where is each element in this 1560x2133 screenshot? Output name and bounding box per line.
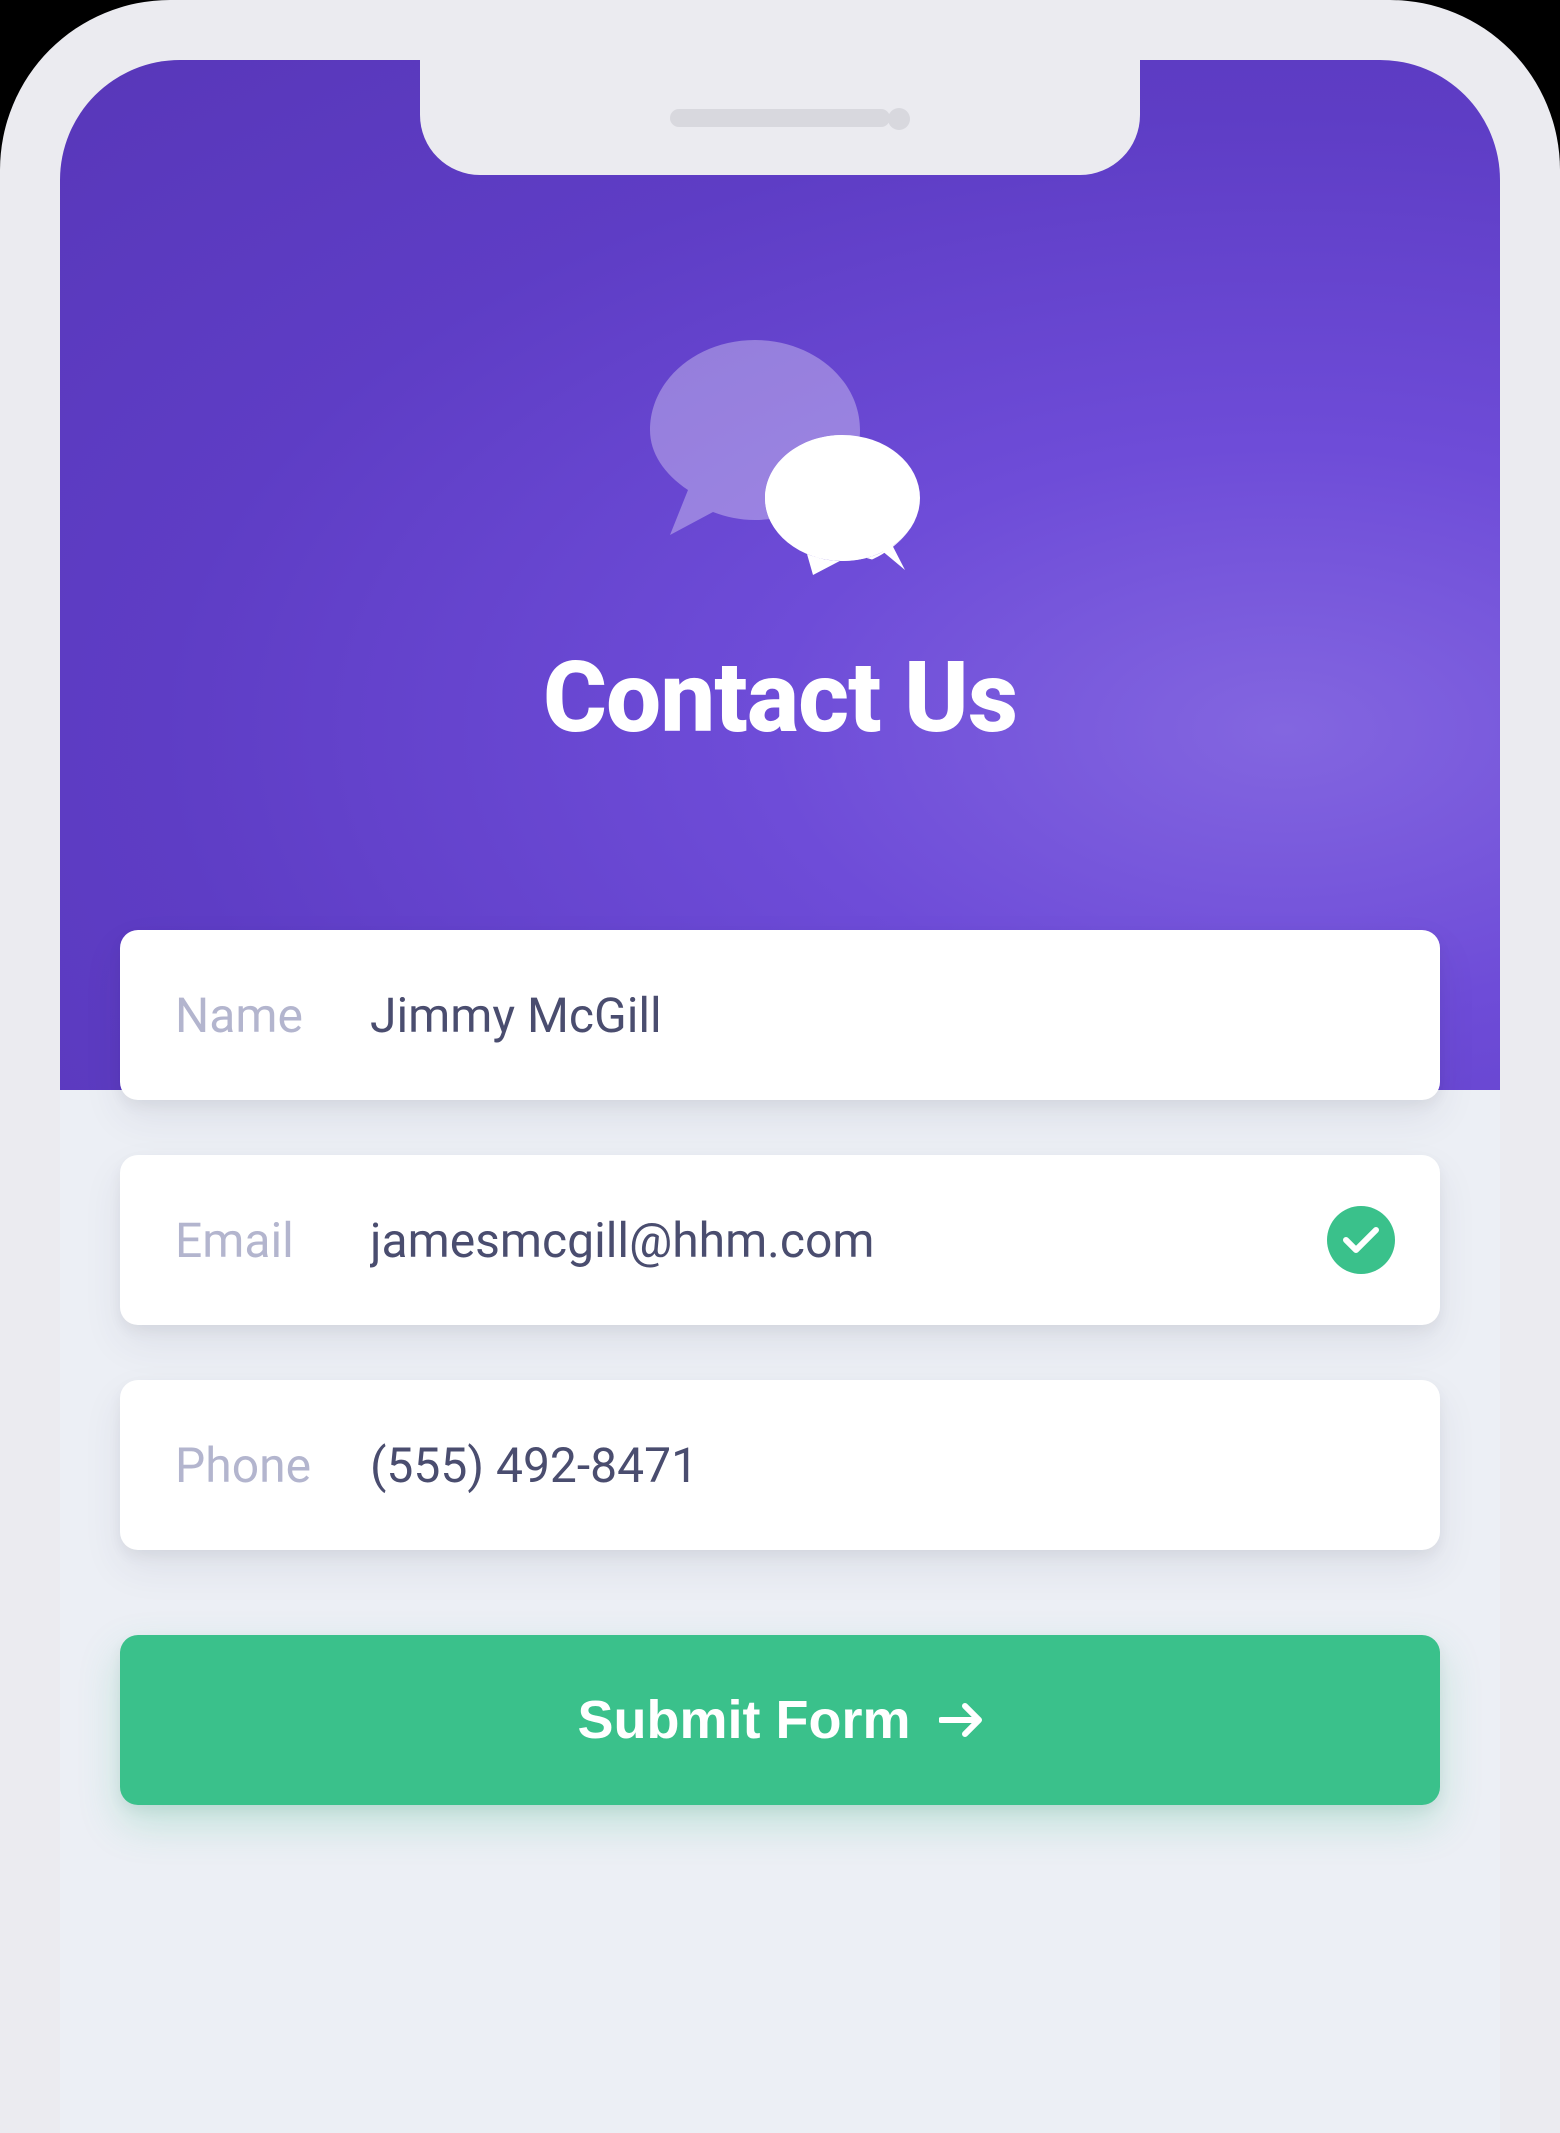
notch-speaker [670,109,890,127]
phone-input[interactable] [370,1437,1385,1494]
submit-button-label: Submit Form [578,1689,911,1751]
email-label: Email [175,1212,370,1269]
phone-field-row: Phone [120,1380,1440,1550]
contact-form: Name Email Phone Submit Form [120,930,1440,1805]
phone-notch [420,60,1140,175]
chat-bubbles-icon [640,340,920,580]
phone-frame: Contact Us Name Email Phone [0,0,1560,2133]
name-field-row: Name [120,930,1440,1100]
name-input[interactable] [370,987,1385,1044]
submit-button[interactable]: Submit Form [120,1635,1440,1805]
notch-camera-dot [888,108,910,130]
phone-label: Phone [175,1437,370,1494]
email-input[interactable] [370,1212,1385,1269]
name-label: Name [175,987,370,1044]
arrow-right-icon [939,1702,983,1738]
page-title: Contact Us [543,640,1017,755]
phone-screen: Contact Us Name Email Phone [60,60,1500,2133]
email-field-row: Email [120,1155,1440,1325]
check-valid-icon [1327,1206,1395,1274]
